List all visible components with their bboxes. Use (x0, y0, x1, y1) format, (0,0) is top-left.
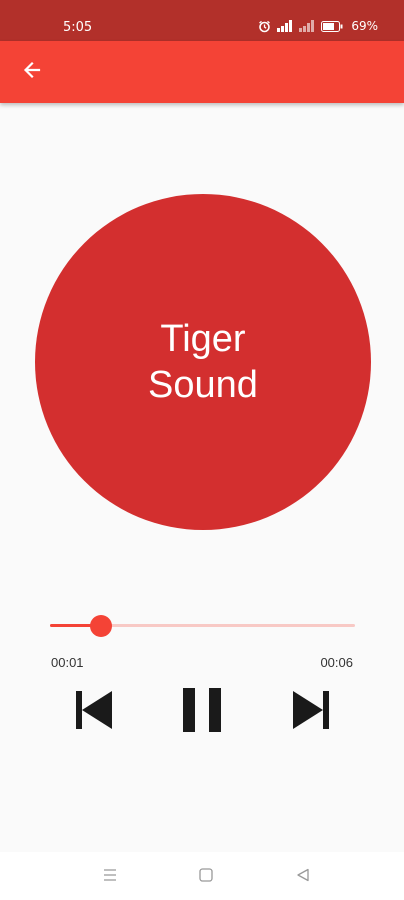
home-square-icon (198, 867, 214, 888)
nav-home-button[interactable] (195, 866, 217, 888)
nav-back-button[interactable] (292, 866, 314, 888)
skip-previous-icon (72, 689, 114, 736)
pause-button[interactable] (174, 684, 230, 740)
menu-icon (102, 868, 118, 887)
back-button[interactable] (14, 54, 50, 90)
signal-2-icon (299, 20, 315, 32)
status-time: 5:05 (63, 20, 93, 35)
pause-icon (181, 686, 223, 739)
total-time: 00:06 (320, 655, 353, 670)
battery-percent: 69% (351, 19, 378, 33)
back-triangle-icon (295, 867, 311, 888)
track-title: Tiger Sound (148, 318, 258, 406)
previous-button[interactable] (65, 684, 121, 740)
app-bar (0, 41, 404, 103)
nav-menu-button[interactable] (99, 866, 121, 888)
arrow-left-icon (22, 60, 42, 85)
signal-icon (277, 20, 293, 32)
seek-thumb[interactable] (89, 615, 112, 637)
current-time: 00:01 (51, 655, 84, 670)
battery-icon (321, 20, 343, 32)
status-bar: 5:05 69% (0, 0, 404, 41)
system-nav-bar (0, 852, 404, 900)
seek-slider[interactable] (50, 614, 355, 638)
alarm-icon (258, 20, 271, 33)
album-disc: Tiger Sound (35, 194, 371, 530)
next-button[interactable] (284, 684, 340, 740)
skip-next-icon (291, 689, 333, 736)
status-icons: 69% (258, 19, 378, 33)
